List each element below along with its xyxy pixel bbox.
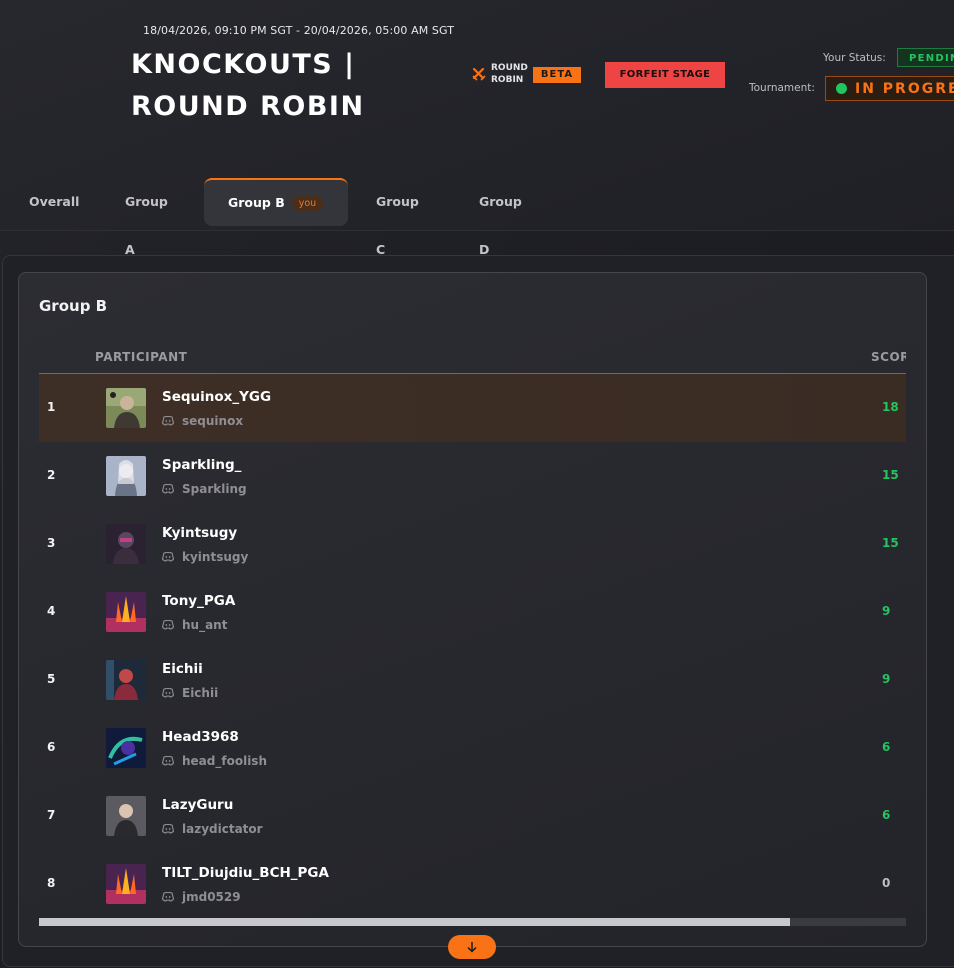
- discord-handle: kyintsugy: [162, 550, 248, 564]
- avatar: [106, 660, 146, 700]
- table-row[interactable]: 7 LazyGuru lazydictator 6: [39, 782, 906, 850]
- rank: 3: [47, 536, 56, 550]
- your-status-label: Your Status:: [823, 52, 886, 64]
- stage-date-range: 18/04/2026, 09:10 PM SGT - 20/04/2026, 0…: [143, 24, 455, 37]
- score: 18: [882, 400, 899, 414]
- discord-username: Eichii: [182, 686, 219, 700]
- avatar: [106, 524, 146, 564]
- tournament-status-badge: IN PROGRESS: [825, 76, 954, 101]
- tab-group-a[interactable]: Group A: [125, 178, 168, 257]
- table-row[interactable]: 1 Sequinox_YGG sequinox 18: [39, 374, 906, 442]
- crossed-swords-icon: [472, 67, 486, 81]
- discord-icon: [162, 620, 174, 630]
- scroll-down-button[interactable]: [448, 935, 496, 959]
- discord-icon: [162, 688, 174, 698]
- format-line-1: ROUND: [491, 63, 528, 73]
- rank: 6: [47, 740, 56, 754]
- tab-overall[interactable]: Overall: [29, 178, 79, 226]
- discord-icon: [162, 756, 174, 766]
- rank: 5: [47, 672, 56, 686]
- live-dot-icon: [836, 83, 847, 94]
- tournament-status-text: IN PROGRESS: [855, 81, 954, 97]
- participant-name[interactable]: Eichii: [162, 661, 203, 677]
- table-row[interactable]: 8 TILT_Diujdiu_BCH_PGA jmd0529 0: [39, 850, 906, 918]
- column-header-score: SCORE: [871, 350, 906, 364]
- discord-icon: [162, 552, 174, 562]
- tab-group-d[interactable]: Group D: [479, 178, 522, 257]
- discord-username: head_foolish: [182, 754, 267, 768]
- avatar: [106, 728, 146, 768]
- discord-username: hu_ant: [182, 618, 228, 632]
- discord-username: jmd0529: [182, 890, 241, 904]
- discord-handle: sequinox: [162, 414, 243, 428]
- rank: 8: [47, 876, 56, 890]
- avatar: [106, 592, 146, 632]
- score: 6: [882, 740, 891, 754]
- participant-name[interactable]: TILT_Diujdiu_BCH_PGA: [162, 865, 329, 881]
- discord-username: Sparkling: [182, 482, 247, 496]
- discord-handle: jmd0529: [162, 890, 241, 904]
- discord-handle: Sparkling: [162, 482, 247, 496]
- table-row[interactable]: 5 Eichii Eichii 9: [39, 646, 906, 714]
- format-indicator: ROUND ROBIN: [472, 62, 528, 86]
- score: 0: [882, 876, 891, 890]
- participant-name[interactable]: Tony_PGA: [162, 593, 235, 609]
- score: 15: [882, 468, 899, 482]
- participant-name[interactable]: LazyGuru: [162, 797, 233, 813]
- avatar: [106, 456, 146, 496]
- table-row[interactable]: 2 Sparkling_ Sparkling 15: [39, 442, 906, 510]
- score: 9: [882, 672, 891, 686]
- score: 15: [882, 536, 899, 550]
- score: 9: [882, 604, 891, 618]
- rank: 2: [47, 468, 56, 482]
- tournament-status-label: Tournament:: [749, 82, 815, 94]
- standings-table: 1 Sequinox_YGG sequinox 18 2 Sparkling_ …: [39, 374, 906, 918]
- rank: 7: [47, 808, 56, 822]
- discord-icon: [162, 484, 174, 494]
- tab-group-c[interactable]: Group C: [376, 178, 419, 257]
- discord-handle: Eichii: [162, 686, 218, 700]
- avatar: [106, 796, 146, 836]
- forfeit-stage-button[interactable]: FORFEIT STAGE: [605, 62, 725, 88]
- discord-icon: [162, 416, 174, 426]
- table-row[interactable]: 6 Head3968 head_foolish 6: [39, 714, 906, 782]
- you-badge: you: [291, 195, 324, 212]
- participant-name[interactable]: Kyintsugy: [162, 525, 237, 541]
- column-header-participant: PARTICIPANT: [95, 350, 188, 364]
- participant-name[interactable]: Head3968: [162, 729, 239, 745]
- horizontal-scrollbar[interactable]: [39, 918, 906, 926]
- score: 6: [882, 808, 891, 822]
- participant-name[interactable]: Sparkling_: [162, 457, 241, 473]
- discord-handle: hu_ant: [162, 618, 227, 632]
- group-title: Group B: [39, 297, 108, 315]
- discord-username: kyintsugy: [182, 550, 249, 564]
- participant-name[interactable]: Sequinox_YGG: [162, 389, 271, 405]
- discord-icon: [162, 824, 174, 834]
- discord-icon: [162, 892, 174, 902]
- table-row[interactable]: 4 Tony_PGA hu_ant 9: [39, 578, 906, 646]
- avatar: [106, 864, 146, 904]
- tab-group-b[interactable]: Group B you: [204, 178, 348, 226]
- scrollbar-thumb[interactable]: [39, 918, 790, 926]
- rank: 4: [47, 604, 56, 618]
- stage-title: KNOCKOUTS | ROUND ROBIN: [131, 49, 365, 122]
- discord-username: lazydictator: [182, 822, 263, 836]
- discord-username: sequinox: [182, 414, 244, 428]
- beta-badge: BETA: [533, 67, 581, 83]
- arrow-down-icon: [467, 942, 477, 953]
- table-row[interactable]: 3 Kyintsugy kyintsugy 15: [39, 510, 906, 578]
- standings-panel: Group B PARTICIPANT SCORE 1 Sequinox_YGG…: [18, 272, 927, 947]
- avatar: [106, 388, 146, 428]
- rank: 1: [47, 400, 56, 414]
- tab-group-b-label: Group B: [228, 195, 285, 210]
- your-status-badge: PENDING: [897, 48, 954, 67]
- discord-handle: head_foolish: [162, 754, 267, 768]
- format-line-2: ROBIN: [491, 75, 524, 85]
- discord-handle: lazydictator: [162, 822, 263, 836]
